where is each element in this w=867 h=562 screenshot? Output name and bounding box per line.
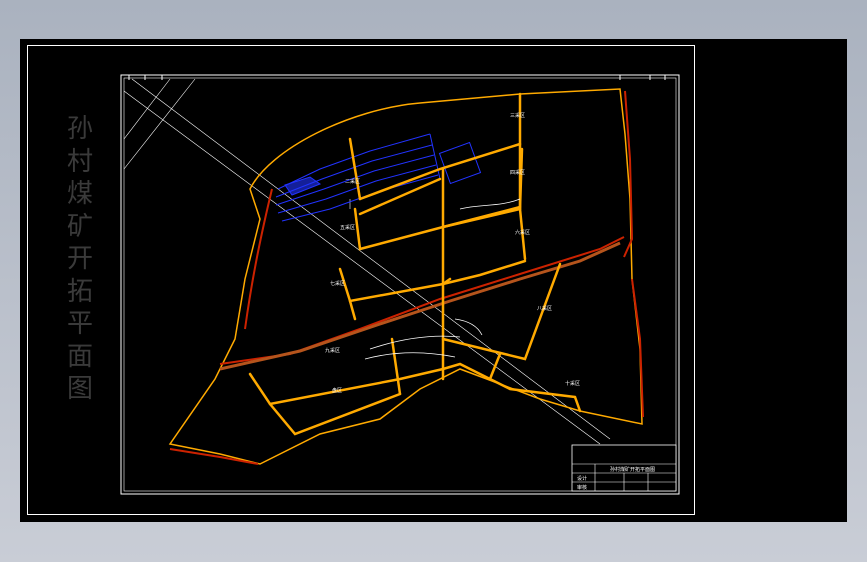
zone-label: 九采区 xyxy=(325,347,340,354)
zone-label: 七采区 xyxy=(330,280,345,287)
mine-plan-drawing: 二采区 三采区 四采区 五采区 六采区 七采区 八采区 九采区 十采区 盘区 孙… xyxy=(120,74,680,495)
zone-label: 盘区 xyxy=(332,387,342,394)
title-block: 孙村煤矿开拓平面图 设计 审核 xyxy=(571,444,677,492)
zone-label: 三采区 xyxy=(510,112,525,119)
title-block-row: 审核 xyxy=(577,484,587,491)
zone-label: 十采区 xyxy=(565,380,580,387)
frame-ticks xyxy=(128,75,666,80)
grid-diagonals xyxy=(123,78,611,445)
inner-frame xyxy=(120,74,680,495)
blue-workings xyxy=(275,133,482,222)
inner-frame-secondary xyxy=(123,77,677,492)
zone-label: 八采区 xyxy=(537,305,552,312)
zone-label: 六采区 xyxy=(515,229,530,236)
field-boundary xyxy=(168,88,643,465)
title-block-heading: 孙村煤矿开拓平面图 xyxy=(610,466,655,473)
title-block-row: 设计 xyxy=(577,475,587,482)
zone-label: 五采区 xyxy=(340,224,355,231)
zone-label: 二采区 xyxy=(345,178,360,185)
cad-viewport[interactable]: 孙 村 煤 矿 开 拓 平 面 图 二采区 三采区 四采区 五采区 六采区 七采… xyxy=(20,39,847,522)
zone-label: 四采区 xyxy=(510,169,525,176)
roadways xyxy=(248,92,582,436)
